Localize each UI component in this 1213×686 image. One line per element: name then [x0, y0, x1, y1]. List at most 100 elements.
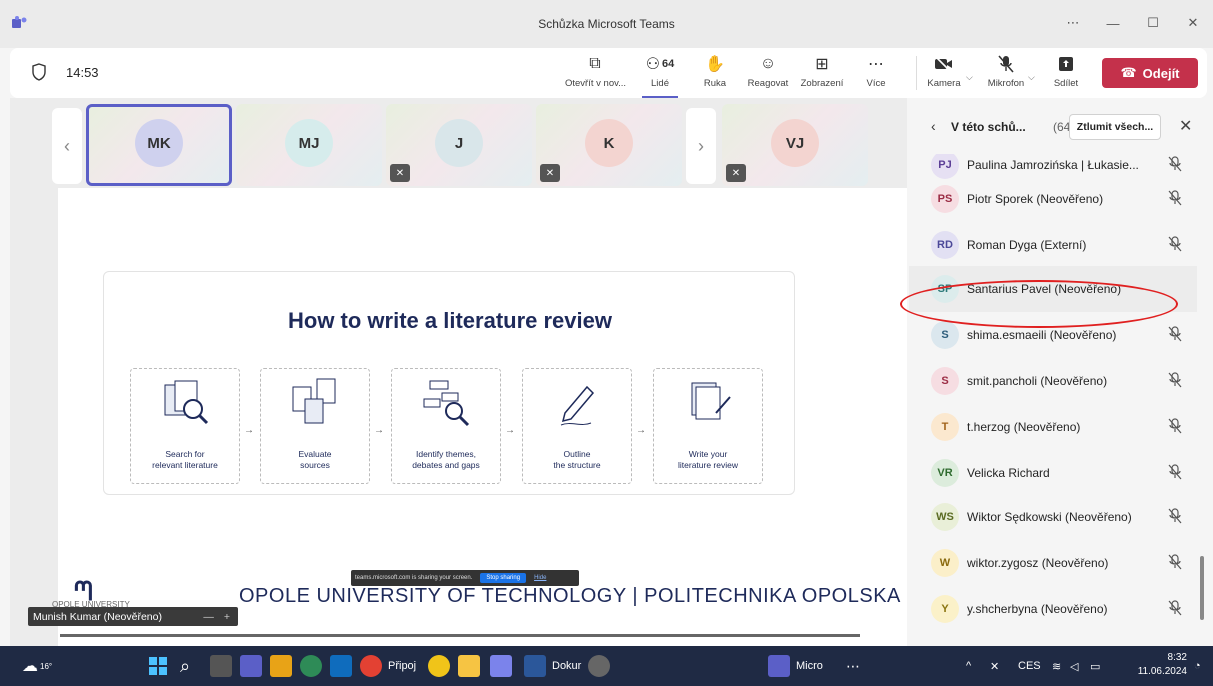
participant-row[interactable]: Tt.herzog (Neověřeno): [909, 404, 1197, 450]
thumbnails-prev-button[interactable]: ‹: [52, 108, 82, 184]
participants-panel-header: ‹ V této schů... (64) Ztlumit všech... ✕: [909, 98, 1207, 154]
mute-all-button[interactable]: Ztlumit všech...: [1069, 114, 1161, 140]
notifications-bell-icon[interactable]: ◔: [1194, 654, 1201, 678]
word-window-button[interactable]: Dokur: [524, 654, 581, 678]
stop-sharing-button[interactable]: Stop sharing: [480, 573, 527, 583]
react-button[interactable]: ☺ Reagovat: [738, 54, 798, 94]
start-button[interactable]: [148, 654, 168, 678]
task-view-button[interactable]: [210, 654, 232, 678]
people-icon: ⚇: [645, 56, 661, 73]
avatar: PS: [931, 185, 959, 213]
teams-meeting-window-button[interactable]: Micro: [768, 654, 823, 678]
share-button[interactable]: Sdílet: [1036, 54, 1096, 94]
camera-button[interactable]: Kamera: [914, 54, 974, 94]
teams-chat-button[interactable]: [240, 654, 262, 678]
mic-muted-icon: [1168, 600, 1182, 616]
window-more-button[interactable]: ⋯: [1053, 8, 1093, 38]
close-panel-icon[interactable]: ✕: [1179, 116, 1192, 136]
open-new-window-button[interactable]: ⧉ Otevřít v nov...: [565, 54, 626, 94]
horizontal-scrollbar[interactable]: [60, 634, 860, 637]
thumbnails-next-button[interactable]: ›: [686, 108, 716, 184]
app-button[interactable]: [300, 654, 322, 678]
back-chevron-icon[interactable]: ‹: [931, 118, 936, 134]
minimize-view-icon[interactable]: —: [203, 611, 214, 623]
mail-button[interactable]: [330, 654, 352, 678]
participant-row[interactable]: Ssmit.pancholi (Neověřeno): [909, 358, 1197, 404]
weather-widget[interactable]: ☁ 16°: [22, 654, 52, 678]
title-bar: Schůzka Microsoft Teams ⋯ — ☐ ✕: [0, 0, 1213, 48]
video-tile[interactable]: MK: [86, 104, 232, 186]
avatar: K: [585, 119, 633, 167]
people-button[interactable]: ⚇ 64 Lidé: [630, 54, 690, 98]
more-button[interactable]: ⋯ Více: [846, 54, 906, 94]
store-icon: [270, 655, 292, 677]
camera-options-chevron-icon[interactable]: ⌵: [966, 72, 973, 83]
input-language[interactable]: CES: [1018, 654, 1041, 678]
teams-classic-button[interactable]: [490, 654, 512, 678]
participant-name: smit.pancholi (Neověřeno): [967, 374, 1108, 388]
participant-name: Velicka Richard: [967, 466, 1050, 480]
battery-icon[interactable]: ▭: [1090, 654, 1100, 678]
minimize-button[interactable]: —: [1093, 8, 1133, 38]
mic-muted-icon: [1168, 554, 1182, 570]
close-window-button[interactable]: ✕: [1173, 8, 1213, 38]
view-button[interactable]: ⊞ Zobrazení: [792, 54, 852, 94]
avatar: J: [435, 119, 483, 167]
leave-meeting-button[interactable]: ☎ Odejít: [1102, 58, 1198, 88]
phone-hangup-icon: ☎: [1120, 65, 1137, 80]
meeting-timer: 14:53: [66, 65, 99, 80]
mic-muted-icon: [1168, 372, 1182, 388]
hide-sharing-bar-link[interactable]: Hide: [534, 575, 546, 581]
participant-row[interactable]: VR Velicka Richard: [909, 450, 1197, 496]
mic-muted-tray-icon[interactable]: ✕: [990, 654, 999, 678]
participants-panel: ‹ V této schů... (64) Ztlumit všech... ✕…: [909, 98, 1207, 646]
smiley-app-button[interactable]: [428, 654, 450, 678]
participant-row[interactable]: Wwiktor.zygosz (Neověřeno): [909, 540, 1197, 586]
meeting-stage: ‹ MK MJ J ✕ K ✕ › VJ ✕ How to write a li…: [10, 98, 907, 646]
microphone-button[interactable]: Mikrofon: [976, 54, 1036, 94]
participant-name: t.herzog (Neověřeno): [967, 420, 1081, 434]
task-view-icon: [210, 655, 232, 677]
react-icon: ☺: [759, 55, 777, 72]
search-documents-icon: [164, 380, 209, 425]
app-button[interactable]: [588, 654, 610, 678]
arrow-right-icon: →: [374, 425, 384, 436]
mic-muted-icon: [1168, 326, 1182, 342]
mic-muted-icon: ✕: [540, 164, 560, 182]
show-hidden-icons-chevron-icon[interactable]: ^: [966, 654, 971, 678]
chrome-window-button[interactable]: Připoj: [360, 654, 416, 678]
meeting-toolbar: 14:53 ⧉ Otevřít v nov... ⚇ 64 Lidé ✋ Ruka…: [10, 48, 1207, 98]
mic-muted-icon: [1168, 190, 1182, 206]
video-tile[interactable]: J ✕: [386, 104, 532, 186]
video-tile[interactable]: VJ ✕: [722, 104, 868, 186]
more-icon: ⋯: [868, 56, 884, 73]
volume-icon[interactable]: ◁: [1070, 654, 1078, 678]
step-card: Evaluate sources: [260, 368, 370, 484]
file-explorer-button[interactable]: [458, 654, 480, 678]
university-banner: OPOLE UNIVERSITY OF TECHNOLOGY | POLITEC…: [239, 585, 901, 607]
arrow-right-icon: →: [505, 425, 515, 436]
search-icon[interactable]: ⌕: [180, 654, 190, 678]
store-button[interactable]: [270, 654, 292, 678]
globe-app-icon: [300, 655, 322, 677]
participant-row[interactable]: Yy.shcherbyna (Neověřeno): [909, 586, 1197, 632]
raise-hand-button[interactable]: ✋ Ruka: [685, 54, 745, 94]
avatar: WS: [931, 503, 959, 531]
chrome-icon: [360, 655, 382, 677]
video-tile[interactable]: K ✕: [536, 104, 682, 186]
mic-options-chevron-icon[interactable]: ⌵: [1028, 72, 1035, 83]
participant-row[interactable]: WS Wiktor Sędkowski (Neověřeno): [909, 494, 1197, 540]
zoom-in-icon[interactable]: +: [224, 611, 230, 623]
participants-scrollbar[interactable]: [1200, 556, 1204, 620]
video-tile[interactable]: MJ: [236, 104, 382, 186]
pen-outline-icon: [560, 385, 595, 426]
wifi-icon[interactable]: ≋: [1052, 654, 1061, 678]
maximize-button[interactable]: ☐: [1133, 8, 1173, 38]
write-document-icon: [691, 382, 731, 420]
participant-name: Wiktor Sędkowski (Neověřeno): [967, 510, 1132, 524]
clock[interactable]: 8:32 11.06.2024: [1138, 651, 1187, 679]
more-apps-icon[interactable]: ⋯: [846, 654, 860, 678]
participant-row[interactable]: RD Roman Dyga (Externí): [909, 222, 1197, 268]
participant-row[interactable]: PS Piotr Sporek (Neověřeno): [909, 176, 1197, 222]
raise-hand-icon: ✋: [705, 56, 725, 73]
